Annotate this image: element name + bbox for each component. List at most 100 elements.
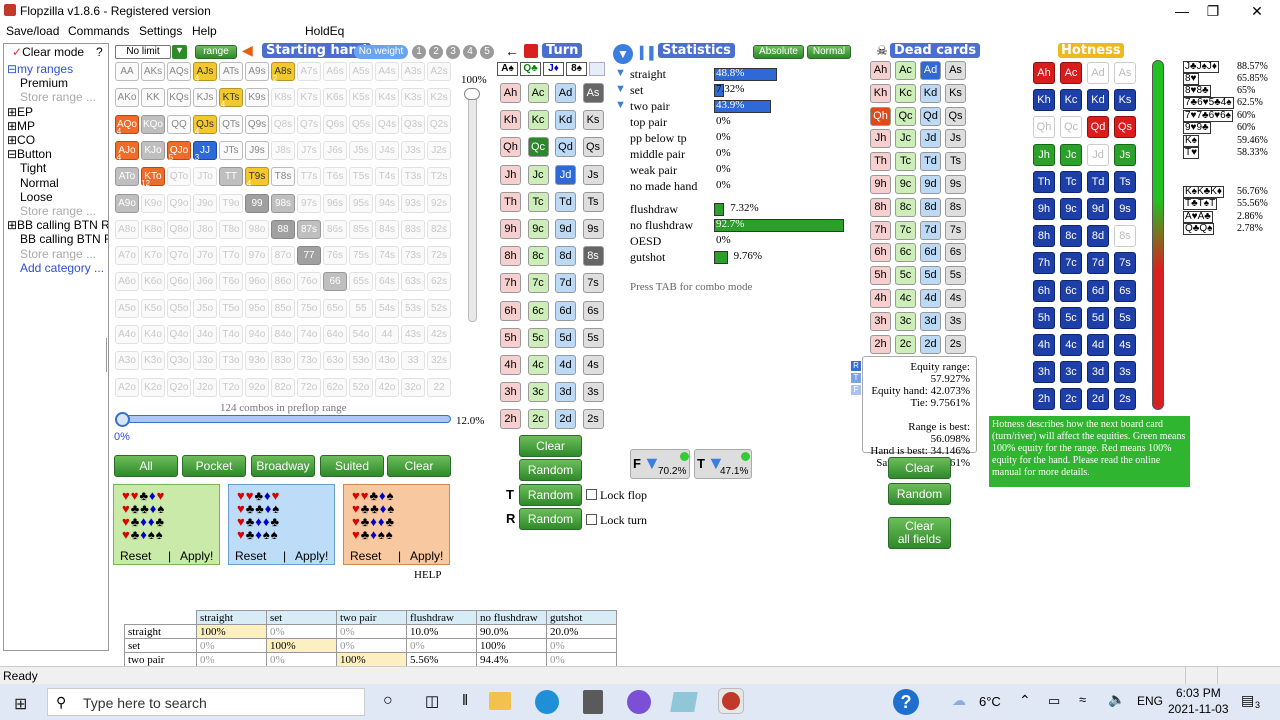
hand-cell[interactable]: A8o [115,219,139,239]
board-card-6s[interactable]: 6s [582,300,604,321]
turn-filter-button[interactable]: T ▼ 47.1% [694,449,752,479]
hand-cell[interactable]: 97s [297,193,321,213]
flop-card[interactable]: 8♠ [566,62,587,76]
hand-cell[interactable]: A4o [115,325,139,344]
suited-button[interactable]: Suited [320,455,384,477]
hand-cell[interactable]: 88 [271,219,295,239]
board-card-Ac[interactable]: Ac [527,83,549,103]
range-tree-item[interactable]: ⊟Button [7,147,52,161]
board-card-9h[interactable]: 9h [500,219,521,239]
help-link[interactable]: HELP [414,569,442,581]
clock-time[interactable]: 6:03 PM [1176,686,1221,700]
hand-cell[interactable]: Q4s [375,114,399,134]
river-random-button[interactable]: Random [519,508,582,530]
board-clear-button[interactable]: Clear [519,435,582,457]
hand-cell[interactable]: 95o [245,298,269,318]
hand-cell[interactable]: A9o [115,193,139,213]
hand-cell[interactable]: A5s [349,62,373,81]
hand-cell[interactable]: T8o [219,219,243,239]
hand-cell[interactable]: Q6s [323,114,347,134]
menu-settings[interactable]: Settings [139,24,182,38]
flop-filter-button[interactable]: F ▼ 70.2% [630,449,690,479]
dead-card-5h[interactable]: 5h [870,266,891,286]
dead-card-Jh[interactable]: Jh [870,129,891,149]
hand-cell[interactable]: 72s [427,246,451,266]
hand-cell[interactable]: A6o [115,272,139,292]
hand-cell[interactable]: 32s [427,351,451,371]
range-tree-item[interactable]: Store range ... [20,247,96,261]
hand-cell[interactable]: 53o [349,351,373,371]
hand-cell[interactable]: 72o [297,377,321,397]
hand-cell[interactable]: ATo [115,167,139,187]
hand-cell[interactable]: 87s [297,219,321,239]
board-card-8c[interactable]: 8c [527,246,549,267]
hand-cell[interactable]: K2s [427,88,451,108]
hand-cell[interactable]: 54o [349,325,373,344]
board-card-3d[interactable]: 3d [555,382,576,403]
language-indicator[interactable]: ENG [1137,694,1163,708]
all-button[interactable]: All [114,455,178,477]
hand-cell[interactable]: A5o [115,298,139,318]
hand-cell[interactable]: K4s [375,88,399,108]
board-card-2s[interactable]: 2s [582,409,604,430]
hand-cell[interactable]: J3s [401,140,425,160]
hand-cell[interactable]: 82o [271,377,295,397]
edge-icon[interactable] [535,690,559,714]
hand-cell[interactable]: J9s [245,140,269,160]
range-tree-item[interactable]: ⊞CO [7,133,35,147]
hand-cell[interactable]: T7o [219,246,243,266]
range-tree-item[interactable]: Store range ... [20,204,96,218]
pocket-button[interactable]: Pocket [182,455,246,477]
dead-card-4h[interactable]: 4h [870,289,891,308]
dead-card-Th[interactable]: Th [870,152,891,172]
chevron-down-icon[interactable]: ▼ [172,45,187,59]
dead-card-7d[interactable]: 7d [920,220,941,240]
weight-slider-handle[interactable] [464,88,480,100]
hand-cell[interactable]: J7o [193,246,217,266]
hand-cell[interactable]: T4o [219,325,243,344]
board-card-5h[interactable]: 5h [500,327,521,348]
range-tree-item[interactable]: Loose [20,190,53,204]
dead-card-3h[interactable]: 3h [870,311,891,331]
dead-card-6d[interactable]: 6d [920,243,941,263]
range-tree-item[interactable]: Premium [20,76,68,90]
hand-cell[interactable]: 62s [427,272,451,292]
dead-card-Ac[interactable]: Ac [895,61,916,80]
dead-card-Kd[interactable]: Kd [920,83,941,103]
hand-cell[interactable]: T6o [219,272,243,292]
hand-cell[interactable]: 96o [245,272,269,292]
hand-cell[interactable]: Q5s [349,114,373,134]
flop-card[interactable]: J♦ [543,62,564,76]
hand-cell[interactable]: QTs [219,114,243,134]
hand-cell[interactable]: A2s [427,62,451,81]
dead-card-2c[interactable]: 2c [895,334,916,354]
hand-cell[interactable]: A2o [115,377,139,397]
hand-cell[interactable]: K7s [297,88,321,108]
dead-card-4c[interactable]: 4c [895,289,916,308]
dead-card-9d[interactable]: 9d [920,175,941,194]
hand-cell[interactable]: 87o [271,246,295,266]
board-random-button[interactable]: Random [519,459,582,481]
hand-cell[interactable]: K5o [141,298,165,318]
dead-card-4d[interactable]: 4d [920,289,941,308]
close-button[interactable]: ✕ [1234,0,1280,22]
hand-cell[interactable]: 99 [245,193,269,213]
dead-card-2d[interactable]: 2d [920,334,941,354]
dead-card-Kc[interactable]: Kc [895,83,916,103]
board-card-5s[interactable]: 5s [582,327,604,348]
turn-random-button[interactable]: Random [519,484,582,506]
clear-all-fields-button[interactable]: Clear all fields [888,517,951,549]
hand-cell[interactable]: 98s [271,193,295,213]
menu-help[interactable]: Help [192,24,217,38]
dead-card-Ah[interactable]: Ah [870,61,891,80]
hand-cell[interactable]: 84o [271,325,295,344]
range-tree-item[interactable]: ⊞MP [7,119,35,133]
hand-cell[interactable]: 64s [375,272,399,292]
board-card-7h[interactable]: 7h [500,273,521,294]
hand-cell[interactable]: Q5o [167,298,191,318]
cortana-icon[interactable]: ○ [383,692,393,710]
dead-card-Kh[interactable]: Kh [870,83,891,103]
dead-card-6h[interactable]: 6h [870,243,891,263]
hand-cell[interactable]: 93o [245,351,269,371]
dead-card-2s[interactable]: 2s [945,334,966,354]
